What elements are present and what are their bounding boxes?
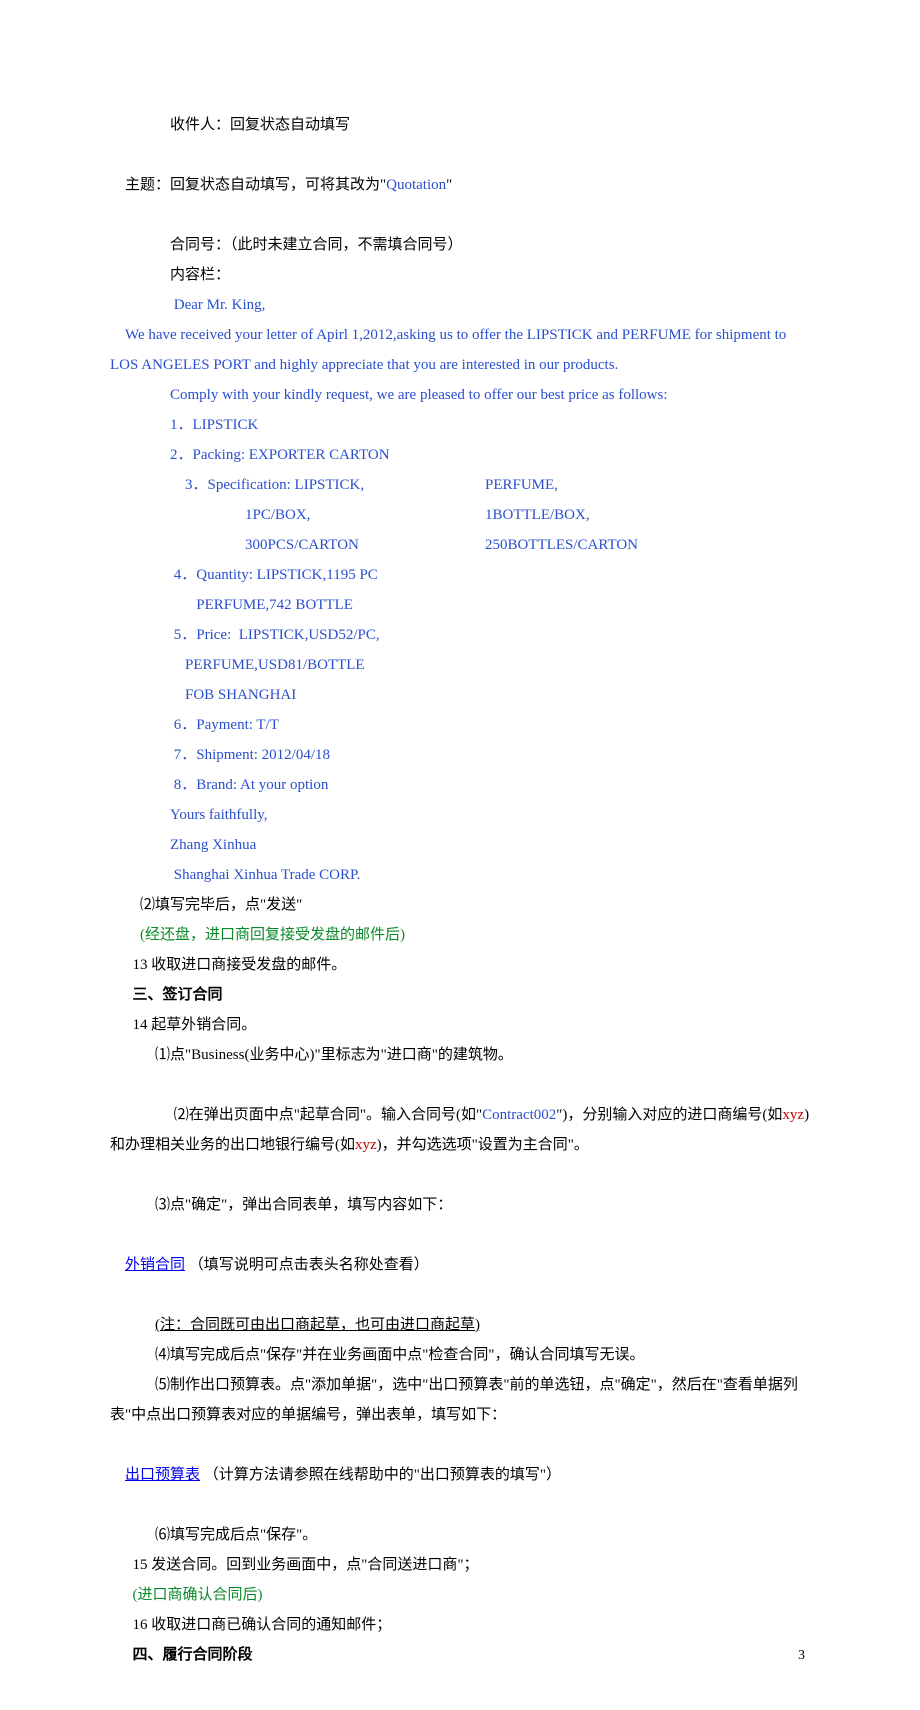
step-item: ⑵填写完毕后，点"发送": [110, 890, 810, 920]
text-line: 主题：回复状态自动填写，可将其改为"Quotation": [110, 140, 810, 230]
text-span: 主题：回复状态自动填写，可将其改为": [125, 177, 386, 193]
step-sub-item: ⑹填写完成后点"保存"。: [110, 1520, 810, 1550]
step-item: 16 收取进口商已确认合同的通知邮件；: [110, 1610, 810, 1640]
step-item: 13 收取进口商接受发盘的邮件。: [110, 950, 810, 980]
letter-closing: Yours faithfully,: [110, 800, 810, 830]
text-line: 合同号：（此时未建立合同，不需填合同号）: [110, 230, 810, 260]
note-line: (进口商确认合同后): [110, 1580, 810, 1610]
text-span: ": [446, 177, 452, 193]
step-sub-item: ⑷填写完成后点"保存"并在业务画面中点"检查合同"，确认合同填写无误。: [110, 1340, 810, 1370]
spec-right: 1BOTTLE/BOX,: [485, 500, 725, 530]
section-heading: 三、签订合同: [110, 980, 810, 1010]
text-span: （计算方法请参照在线帮助中的"出口预算表的填写"）: [200, 1467, 561, 1483]
letter-signature: Zhang Xinhua: [110, 830, 810, 860]
link-line: 外销合同 （填写说明可点击表头名称处查看）: [110, 1220, 810, 1310]
spec-left: 300PCS/CARTON: [110, 530, 485, 560]
letter-greeting: Dear Mr. King,: [110, 290, 810, 320]
spec-row: 300PCS/CARTON 250BOTTLES/CARTON: [110, 530, 810, 560]
text-span-code: xyz: [782, 1107, 804, 1123]
letter-paragraph: Comply with your kindly request, we are …: [110, 380, 810, 410]
step-sub-item: ⑶点"确定"，弹出合同表单，填写内容如下：: [110, 1190, 810, 1220]
export-contract-link[interactable]: 外销合同: [125, 1257, 185, 1273]
text-span-quotation: Quotation: [386, 177, 446, 193]
list-item: 1．LIPSTICK: [110, 410, 810, 440]
list-item: 2．Packing: EXPORTER CARTON: [110, 440, 810, 470]
page-number: 3: [798, 1642, 805, 1670]
spec-right: PERFUME,: [485, 470, 725, 500]
link-line: 出口预算表 （计算方法请参照在线帮助中的"出口预算表的填写"）: [110, 1430, 810, 1520]
list-item: PERFUME,742 BOTTLE: [110, 590, 810, 620]
list-item: 8．Brand: At your option: [110, 770, 810, 800]
step-sub-item: ⑴点"Business(业务中心)"里标志为"进口商"的建筑物。: [110, 1040, 810, 1070]
spec-left: 1PC/BOX,: [110, 500, 485, 530]
text-span: ")，分别输入对应的进口商编号(如: [556, 1107, 782, 1123]
text-span: )，并勾选选项"设置为主合同"。: [377, 1137, 589, 1153]
list-item: PERFUME,USD81/BOTTLE: [110, 650, 810, 680]
spec-left: 3．Specification: LIPSTICK,: [110, 470, 485, 500]
text-span: ⑵在弹出页面中点"起草合同"。输入合同号(如": [125, 1107, 482, 1123]
list-item: 7．Shipment: 2012/04/18: [110, 740, 810, 770]
spec-row: 1PC/BOX, 1BOTTLE/BOX,: [110, 500, 810, 530]
list-item: FOB SHANGHAI: [110, 680, 810, 710]
note-line: (经还盘，进口商回复接受发盘的邮件后): [110, 920, 810, 950]
list-item: 4．Quantity: LIPSTICK,1195 PC: [110, 560, 810, 590]
document-page: 收件人：回复状态自动填写 主题：回复状态自动填写，可将其改为"Quotation…: [0, 0, 920, 1710]
text-span-code: xyz: [355, 1137, 377, 1153]
step-sub-item: ⑵在弹出页面中点"起草合同"。输入合同号(如"Contract002")，分别输…: [110, 1070, 810, 1190]
step-item: 15 发送合同。回到业务画面中，点"合同送进口商"；: [110, 1550, 810, 1580]
text-span: （填写说明可点击表头名称处查看）: [185, 1257, 429, 1273]
text-span-contract: Contract002: [482, 1107, 556, 1123]
text-line: 收件人：回复状态自动填写: [110, 110, 810, 140]
list-item: 5．Price: LIPSTICK,USD52/PC,: [110, 620, 810, 650]
letter-paragraph: We have received your letter of Apirl 1,…: [110, 320, 810, 380]
spec-row: 3．Specification: LIPSTICK, PERFUME,: [110, 470, 810, 500]
section-heading: 四、履行合同阶段: [110, 1640, 810, 1670]
step-item: 14 起草外销合同。: [110, 1010, 810, 1040]
step-sub-item: ⑸制作出口预算表。点"添加单据"，选中"出口预算表"前的单选钮，点"确定"，然后…: [110, 1370, 810, 1430]
note-underlined: (注：合同既可由出口商起草，也可由进口商起草): [110, 1310, 810, 1340]
text-line: 内容栏：: [110, 260, 810, 290]
list-item: 6．Payment: T/T: [110, 710, 810, 740]
letter-company: Shanghai Xinhua Trade CORP.: [110, 860, 810, 890]
export-budget-link[interactable]: 出口预算表: [125, 1467, 200, 1483]
spec-right: 250BOTTLES/CARTON: [485, 530, 725, 560]
